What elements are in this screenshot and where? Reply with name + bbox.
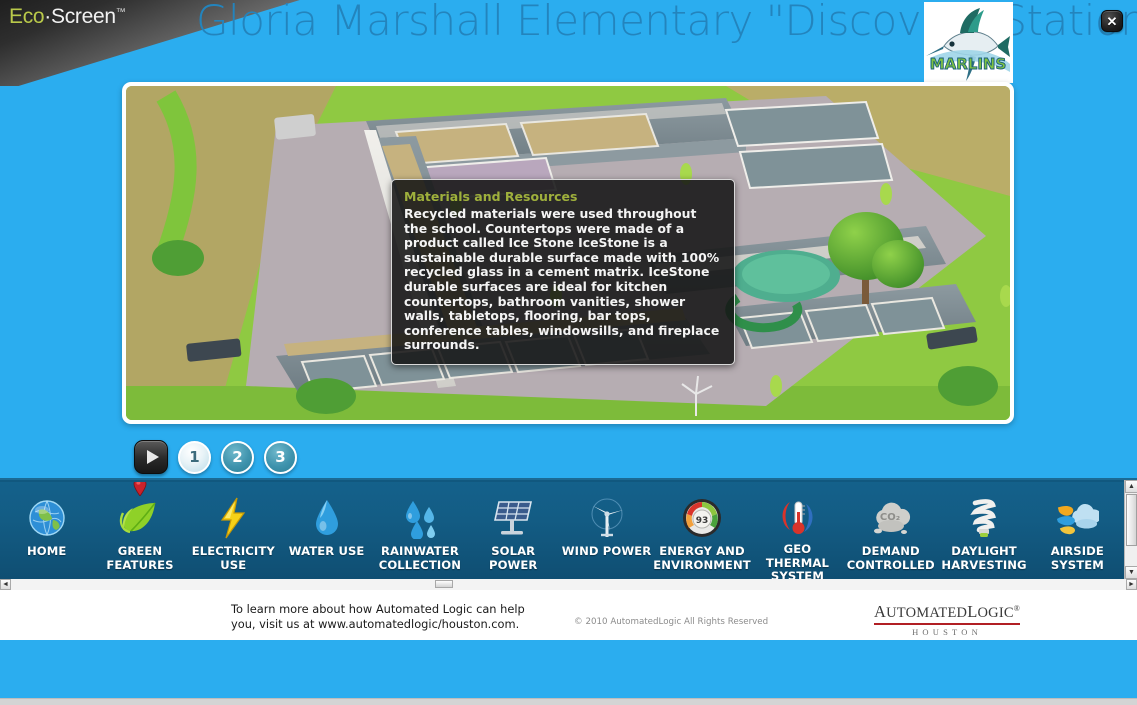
automated-logic-city: HOUSTON bbox=[912, 626, 982, 637]
feature-navigation-bar: HOME GREEN FEATURES ELECTRICITY USE WATE… bbox=[0, 478, 1137, 590]
tooltip-title: Materials and Resources bbox=[404, 189, 578, 204]
horizontal-scroll-thumb[interactable] bbox=[434, 580, 453, 588]
nav-item-demand-controlled[interactable]: CO₂ DEMAND CONTROLLED bbox=[844, 482, 937, 579]
al-letter-l: L bbox=[967, 602, 978, 621]
nav-item-airside-system[interactable]: AIRSIDE SYSTEM bbox=[1031, 482, 1124, 579]
play-icon bbox=[146, 450, 159, 464]
footer-contact-text: To learn more about how Automated Logic … bbox=[231, 602, 525, 631]
ecoscreen-application: Eco·Screen™ Gloria Marshall Elementary "… bbox=[0, 0, 1137, 705]
wind-turbine-icon bbox=[585, 496, 629, 540]
school-3d-floorplan[interactable]: Materials and Resources Recycled materia… bbox=[126, 86, 1010, 420]
nav-item-green-features[interactable]: GREEN FEATURES bbox=[93, 482, 186, 579]
cfl-bulb-icon bbox=[962, 496, 1006, 540]
nav-item-home[interactable]: HOME bbox=[0, 482, 93, 579]
al-utomated: UTOMATED bbox=[886, 605, 968, 621]
leaf-icon bbox=[118, 496, 162, 540]
nav-label-green-features: GREEN FEATURES bbox=[106, 544, 174, 572]
nav-label-geo-thermal-system: GEO THERMAL SYSTEM bbox=[765, 542, 829, 579]
airflow-cloud-icon bbox=[1055, 496, 1100, 540]
nav-items-container: HOME GREEN FEATURES ELECTRICITY USE WATE… bbox=[0, 482, 1124, 579]
close-icon[interactable]: ✕ bbox=[1101, 10, 1123, 32]
step-1-label: 1 bbox=[189, 448, 200, 466]
nav-item-daylight-harvesting[interactable]: DAYLIGHT HARVESTING bbox=[937, 482, 1030, 579]
brand-trademark: ™ bbox=[115, 7, 126, 18]
gauge-value: 93 bbox=[696, 516, 709, 526]
info-tooltip: Materials and Resources Recycled materia… bbox=[391, 179, 735, 365]
active-location-marker-icon bbox=[133, 482, 147, 496]
vertical-scroll-track[interactable] bbox=[1125, 493, 1137, 566]
app-header: Eco·Screen™ Gloria Marshall Elementary "… bbox=[0, 0, 1137, 86]
nav-horizontal-scrollbar[interactable]: ◄ ► bbox=[0, 579, 1137, 590]
footer-copyright: © 2010 AutomatedLogic All Rights Reserve… bbox=[574, 617, 769, 627]
brand-screen-text: Screen bbox=[51, 5, 116, 28]
automated-logic-rule bbox=[874, 623, 1021, 625]
scroll-down-arrow-icon[interactable]: ▼ bbox=[1125, 566, 1137, 579]
automated-logic-logo: AUTOMATEDLOGIC® HOUSTON bbox=[874, 602, 1021, 637]
thermometer-icon bbox=[775, 496, 819, 538]
lightning-bolt-icon bbox=[211, 496, 255, 540]
nav-label-daylight-harvesting: DAYLIGHT HARVESTING bbox=[941, 544, 1027, 572]
al-registered-mark: ® bbox=[1013, 604, 1021, 614]
water-drop-icon bbox=[305, 496, 349, 540]
co2-label: CO₂ bbox=[880, 512, 900, 523]
nav-label-home: HOME bbox=[26, 544, 67, 558]
globe-icon bbox=[25, 496, 69, 540]
step-button-3[interactable]: 3 bbox=[264, 440, 297, 474]
bottom-blue-band bbox=[0, 640, 1137, 698]
step-3-label: 3 bbox=[275, 448, 286, 466]
step-button-1[interactable]: 1 bbox=[178, 440, 211, 474]
marlins-wordmark: MARLINS bbox=[930, 55, 1007, 73]
step-button-2[interactable]: 2 bbox=[221, 440, 254, 474]
nav-item-geo-thermal-system[interactable]: GEO THERMAL SYSTEM bbox=[751, 482, 844, 579]
nav-vertical-scrollbar[interactable]: ▲ ▼ bbox=[1124, 480, 1137, 579]
al-letter-a: A bbox=[874, 602, 887, 621]
rain-drops-icon bbox=[398, 496, 442, 540]
nav-item-electricity-use[interactable]: ELECTRICITY USE bbox=[187, 482, 280, 579]
play-button[interactable] bbox=[134, 440, 168, 474]
nav-label-rainwater-collection: RAINWATER COLLECTION bbox=[378, 544, 462, 572]
tooltip-body: Recycled materials were used throughout … bbox=[404, 206, 720, 353]
gauge-icon: 93 bbox=[680, 496, 724, 540]
nav-item-rainwater-collection[interactable]: RAINWATER COLLECTION bbox=[373, 482, 466, 579]
al-ogic: OGIC bbox=[977, 605, 1014, 621]
scroll-left-arrow-icon[interactable]: ◄ bbox=[0, 579, 11, 590]
nav-label-water-use: WATER USE bbox=[288, 544, 365, 558]
brand-eco-text: Eco bbox=[9, 5, 45, 28]
solar-panel-icon bbox=[491, 496, 535, 540]
scroll-up-arrow-icon[interactable]: ▲ bbox=[1125, 480, 1137, 493]
automated-logic-wordmark: AUTOMATEDLOGIC® bbox=[874, 602, 1020, 622]
vertical-scroll-thumb[interactable] bbox=[1126, 494, 1137, 546]
nav-label-energy-and-environment: ENERGY AND ENVIRONMENT bbox=[653, 544, 751, 572]
co2-cloud-icon: CO₂ bbox=[869, 496, 913, 540]
nav-item-water-use[interactable]: WATER USE bbox=[280, 482, 373, 579]
nav-label-demand-controlled: DEMAND CONTROLLED bbox=[846, 544, 935, 572]
nav-item-wind-power[interactable]: WIND POWER bbox=[560, 482, 653, 579]
nav-label-electricity-use: ELECTRICITY USE bbox=[191, 544, 275, 572]
brand-dot: · bbox=[44, 5, 51, 28]
close-glyph: ✕ bbox=[1106, 13, 1118, 29]
horizontal-scroll-track[interactable] bbox=[11, 579, 1126, 590]
step-2-label: 2 bbox=[232, 448, 243, 466]
page-footer: To learn more about how Automated Logic … bbox=[0, 590, 1137, 640]
ecoscreen-brand-logo: Eco·Screen™ bbox=[9, 5, 126, 29]
nav-label-airside-system: AIRSIDE SYSTEM bbox=[1050, 544, 1104, 572]
marlins-school-logo: MARLINS bbox=[924, 2, 1013, 83]
playback-controls: 1 2 3 bbox=[134, 440, 297, 474]
nav-label-wind-power: WIND POWER bbox=[561, 544, 652, 558]
nav-item-energy-and-environment[interactable]: 93 ENERGY AND ENVIRONMENT bbox=[653, 482, 751, 579]
nav-label-solar-power: SOLAR POWER bbox=[488, 544, 538, 572]
viewer-frame: Materials and Resources Recycled materia… bbox=[122, 82, 1014, 424]
bottom-status-strip bbox=[0, 698, 1137, 705]
nav-item-solar-power[interactable]: SOLAR POWER bbox=[467, 482, 560, 579]
scroll-right-arrow-icon[interactable]: ► bbox=[1126, 579, 1137, 590]
